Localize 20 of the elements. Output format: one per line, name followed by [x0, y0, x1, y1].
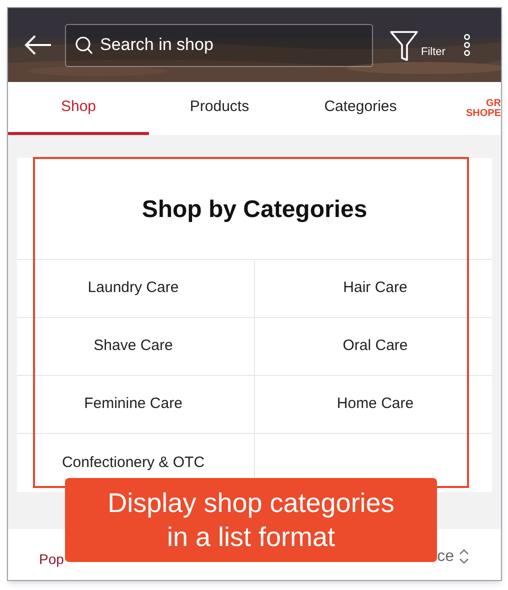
tab[interactable]: Categories — [290, 82, 431, 135]
search-icon — [75, 36, 93, 54]
category-item[interactable]: Shave Care — [94, 335, 173, 358]
sort-arrows-icon — [459, 549, 469, 564]
tab[interactable]: Products — [149, 82, 290, 135]
section-title: Shop by Categories — [142, 194, 368, 224]
category-item[interactable]: Oral Care — [342, 335, 408, 358]
category-item[interactable]: Home Care — [336, 393, 414, 416]
brand-logo[interactable]: GR SHOPE — [466, 82, 501, 135]
category-item[interactable]: Confectionery & OTC — [62, 452, 205, 474]
more-options-icon[interactable] — [463, 34, 472, 56]
category-item[interactable]: Hair Care — [343, 277, 408, 300]
category-item[interactable]: Feminine Care — [84, 393, 182, 416]
category-item[interactable]: Laundry Care — [88, 277, 179, 300]
back-arrow-icon[interactable] — [24, 34, 52, 56]
filter-button[interactable]: Filter — [389, 28, 446, 62]
search-field[interactable]: Search in shop — [65, 24, 373, 66]
sort-option[interactable]: Pop — [39, 549, 64, 570]
sort-option[interactable]: ce — [437, 544, 454, 568]
annotation-tooltip: Display shop categories in a list format — [65, 478, 437, 562]
